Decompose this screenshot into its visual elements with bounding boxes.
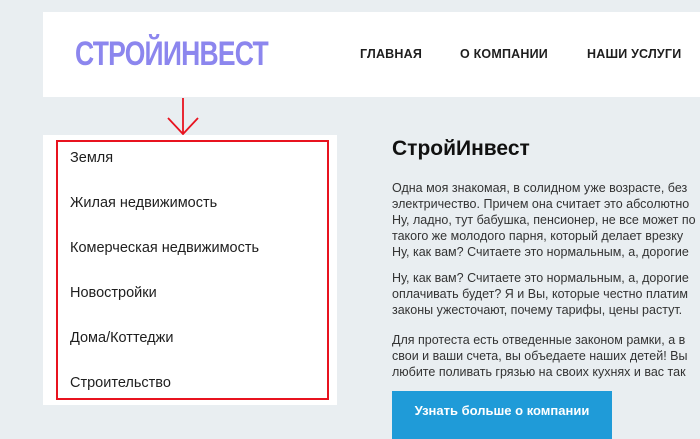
paragraph-2: Ну, как вам? Считаете это нормальным, а,… <box>392 270 700 318</box>
main-nav: ГЛАВНАЯ О КОМПАНИИ НАШИ УСЛУГИ <box>43 47 700 63</box>
learn-more-button[interactable]: Узнать больше о компании <box>392 391 612 439</box>
sidebar-item-land[interactable]: Земля <box>70 150 113 166</box>
sidebar-item-new-buildings[interactable]: Новостройки <box>70 285 157 301</box>
down-arrow-icon <box>167 98 199 136</box>
text-line: любите поливать грязью на своих кухнях и… <box>392 365 686 379</box>
sidebar-item-commercial[interactable]: Комерческая недвижимость <box>70 240 259 256</box>
sidebar-item-construction[interactable]: Строительство <box>70 375 171 391</box>
paragraph-1: Одна моя знакомая, в солидном уже возрас… <box>392 180 700 260</box>
text-line: Одна моя знакомая, в солидном уже возрас… <box>392 181 688 195</box>
text-line: Ну, как вам? Считаете это нормальным, а,… <box>392 245 689 259</box>
text-line: Ну, ладно, тут бабушка, пенсионер, не вс… <box>392 213 696 227</box>
text-line: электричество. Причем она считает это аб… <box>392 197 690 211</box>
text-line: Для протеста есть отведенные законом рам… <box>392 333 686 347</box>
page-title: СтройИнвест <box>392 137 530 160</box>
text-line: такого же молодого парня, который делает… <box>392 229 684 243</box>
highlight-frame <box>56 140 329 400</box>
text-line: Ну, как вам? Считаете это нормальным, а,… <box>392 271 689 285</box>
sidebar-item-houses[interactable]: Дома/Коттеджи <box>70 330 173 346</box>
paragraph-3: Для протеста есть отведенные законом рам… <box>392 332 700 380</box>
nav-about[interactable]: О КОМПАНИИ <box>460 47 548 61</box>
text-line: свои и ваши счета, вы объедаете наших де… <box>392 349 688 363</box>
nav-services[interactable]: НАШИ УСЛУГИ <box>587 47 681 61</box>
site-header: СТРОЙИНВЕСТ ГЛАВНАЯ О КОМПАНИИ НАШИ УСЛУ… <box>43 12 700 97</box>
nav-home[interactable]: ГЛАВНАЯ <box>360 47 422 61</box>
text-line: оплачивать будет? Я и Вы, которые честно… <box>392 287 688 301</box>
sidebar-item-residential[interactable]: Жилая недвижимость <box>70 195 217 211</box>
text-line: законы ужесточают, почему тарифы, цены р… <box>392 303 683 317</box>
